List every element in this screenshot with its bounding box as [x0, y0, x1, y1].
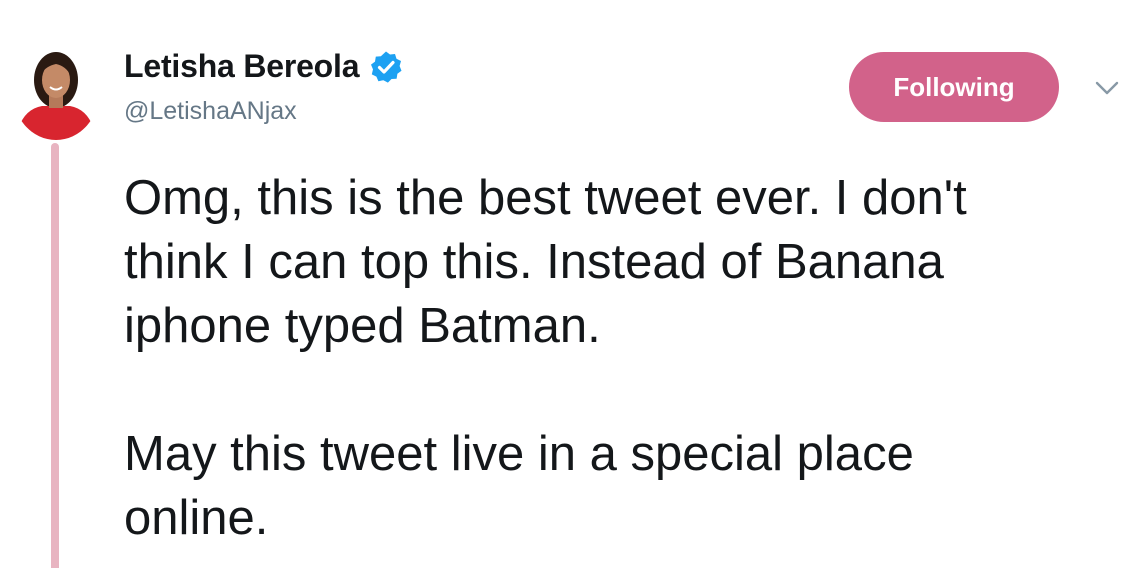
avatar[interactable]	[12, 40, 100, 140]
tweet-paragraph: May this tweet live in a special place o…	[124, 422, 1124, 550]
thread-line	[51, 143, 59, 568]
tweet-text-line: think I can top this. Instead of Banana	[124, 235, 944, 289]
tweet-text-line: Omg, this is the best tweet ever. I don'…	[124, 171, 967, 225]
verified-badge-icon	[369, 50, 403, 84]
tweet-text-line: iphone typed Batman.	[124, 299, 601, 353]
author-name-row[interactable]: Letisha Bereola	[124, 48, 403, 85]
tweet-text-line: online.	[124, 491, 269, 545]
profile-photo-icon	[12, 40, 100, 140]
following-button[interactable]: Following	[849, 52, 1059, 122]
author-handle[interactable]: @LetishaANjax	[124, 97, 297, 126]
tweet-paragraph: Omg, this is the best tweet ever. I don'…	[124, 166, 1124, 358]
author-display-name[interactable]: Letisha Bereola	[124, 48, 360, 85]
tweet-text-line: May this tweet live in a special place	[124, 427, 914, 481]
tweet-text: Omg, this is the best tweet ever. I don'…	[124, 166, 1124, 550]
chevron-down-icon[interactable]	[1092, 76, 1122, 100]
tweet-card: Letisha Bereola @LetishaANjax Following …	[0, 0, 1146, 568]
